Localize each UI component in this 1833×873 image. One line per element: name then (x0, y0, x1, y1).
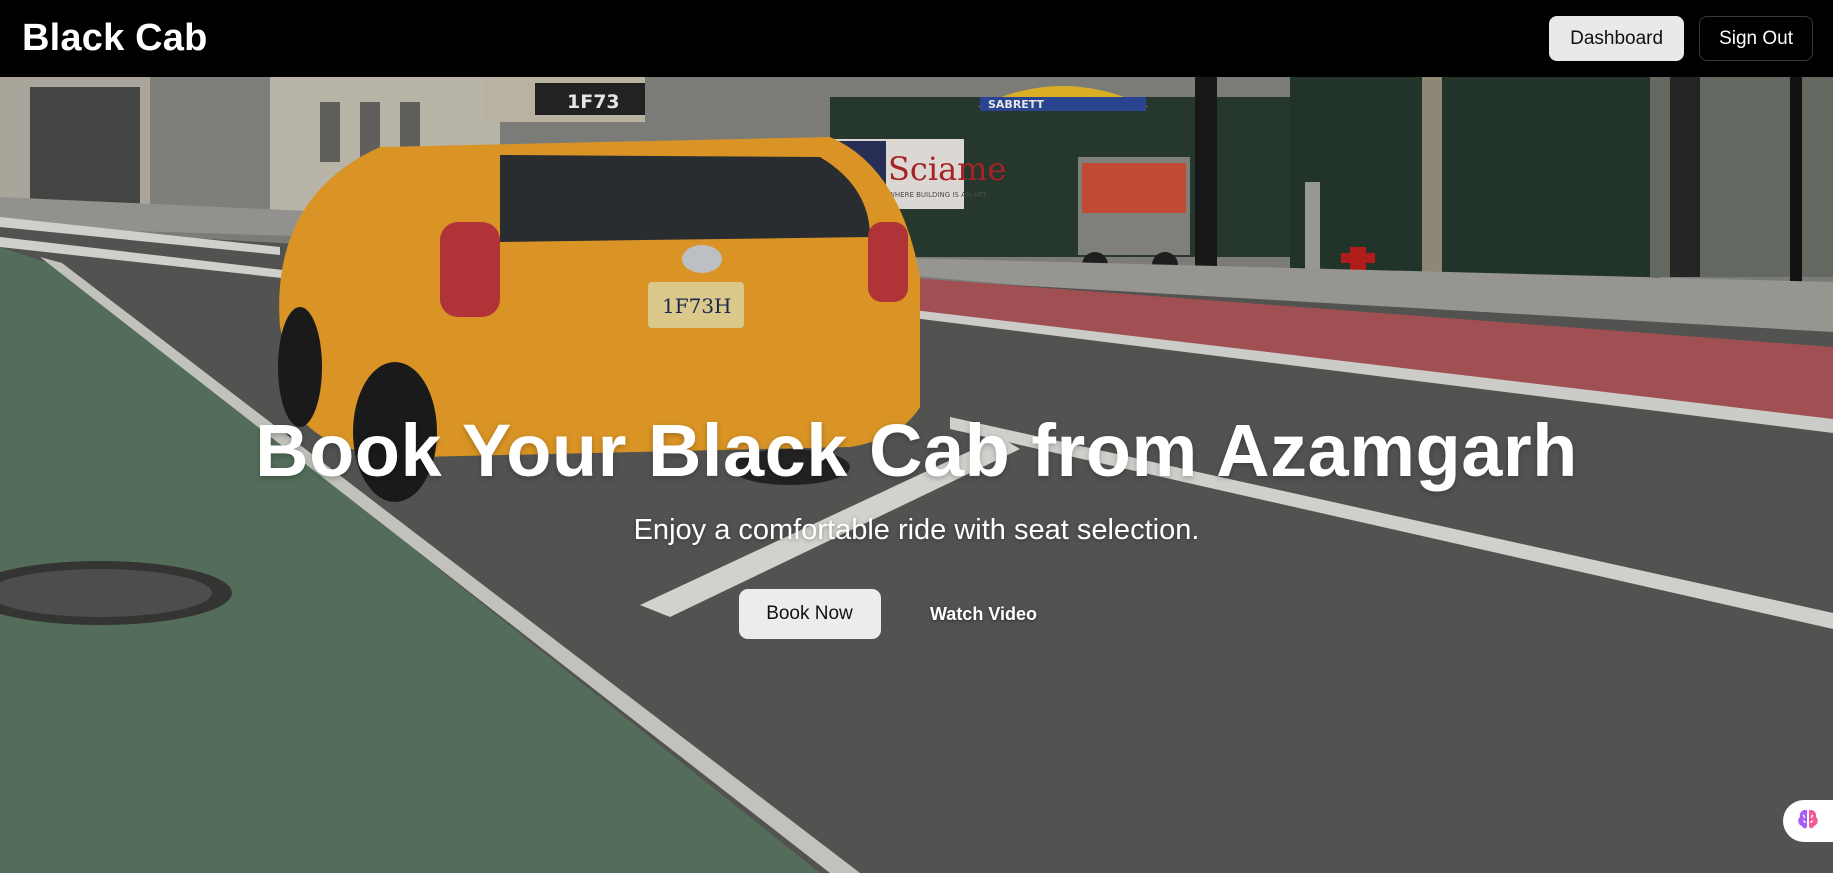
brand-logo[interactable]: Black Cab (22, 17, 208, 60)
nav-actions: Dashboard Sign Out (1549, 16, 1813, 61)
hero-buttons: Book Now Watch Video (0, 589, 1833, 639)
book-now-button[interactable]: Book Now (738, 589, 881, 639)
brain-icon (1795, 806, 1821, 837)
top-navbar: Black Cab Dashboard Sign Out (0, 0, 1833, 77)
sign-out-button[interactable]: Sign Out (1699, 16, 1813, 61)
dashboard-button[interactable]: Dashboard (1549, 16, 1685, 61)
hero-title: Book Your Black Cab from Azamgarh (255, 409, 1578, 492)
hero-section: Sciame WHERE BUILDING IS AN ART SABRETT (0, 77, 1833, 873)
hero-content: Book Your Black Cab from Azamgarh Enjoy … (0, 77, 1833, 873)
assistant-launcher[interactable] (1783, 800, 1833, 842)
watch-video-button[interactable]: Watch Video (913, 589, 1055, 639)
hero-subtitle: Enjoy a comfortable ride with seat selec… (633, 514, 1200, 546)
